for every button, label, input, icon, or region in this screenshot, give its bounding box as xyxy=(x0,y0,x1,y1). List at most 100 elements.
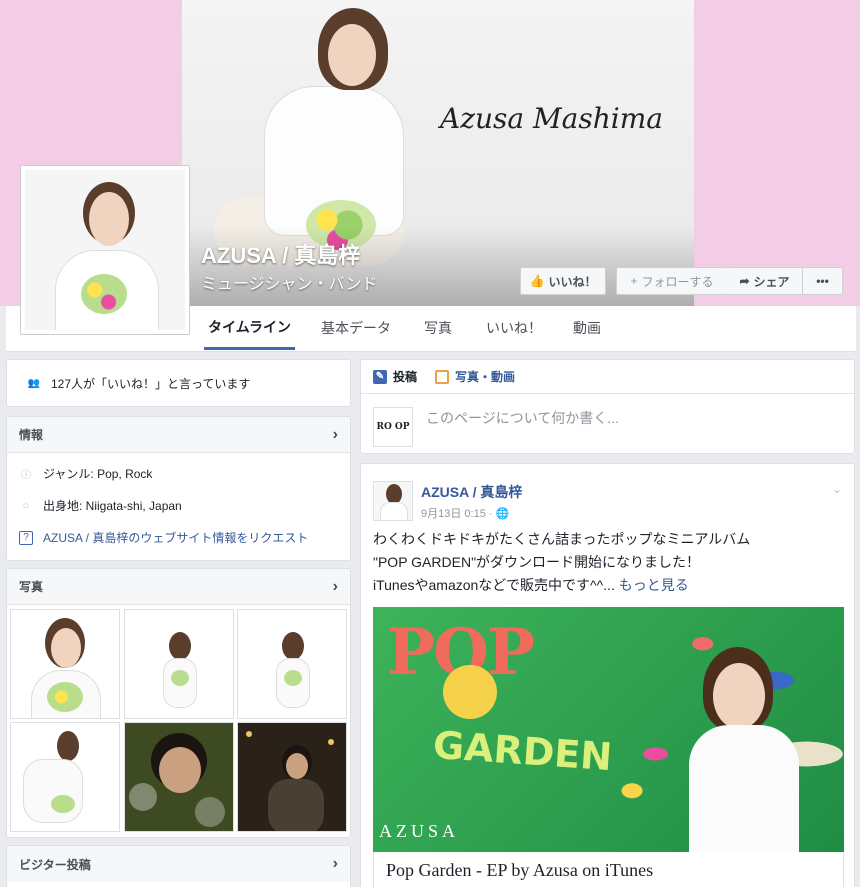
photo-icon xyxy=(435,369,450,384)
thumbs-up-icon: 👍 xyxy=(529,274,545,288)
follow-button[interactable]: + フォローする xyxy=(616,267,728,295)
thumb-face xyxy=(51,628,81,668)
profile-photo xyxy=(25,170,185,330)
tab-photos[interactable]: 写真 xyxy=(424,306,452,350)
composer-card: ✎ 投稿 写真・動画 RO OP このページについて何か書く... xyxy=(360,359,855,454)
thumb-bouquet xyxy=(284,670,302,686)
image-woman-face xyxy=(713,663,765,729)
post-line: iTunesやamazonなどで販売中です^^... もっと見る xyxy=(373,574,750,597)
more-options-icon: ••• xyxy=(816,274,829,288)
visitor-posts-header[interactable]: ビジター投稿 › xyxy=(7,846,350,882)
thumb-coat xyxy=(268,779,324,831)
post-body: わくわくドキドキがたくさん詰まったポップなミニアルバム "POP GARDEN"… xyxy=(373,528,750,597)
info-circle-icon: ⓘ xyxy=(21,470,31,481)
tab-likes[interactable]: いいね！ xyxy=(486,306,542,350)
post-avatar[interactable] xyxy=(373,481,413,521)
photos-header[interactable]: 写真 › xyxy=(7,569,350,605)
follow-button-label: フォローする xyxy=(641,274,714,289)
photo-thumbnail[interactable] xyxy=(10,609,120,719)
more-options-button[interactable]: ••• xyxy=(803,267,843,295)
thumb-hair xyxy=(57,731,79,761)
people-icon: 👥 xyxy=(27,378,41,389)
post-image[interactable]: POP GARDEN AZUSA xyxy=(373,607,844,852)
likes-card: 👥 127人が「いいね！」と言っています xyxy=(6,359,351,407)
composer-tabs: ✎ 投稿 写真・動画 xyxy=(361,360,854,394)
tab-about[interactable]: 基本データ xyxy=(321,306,391,350)
home-icon: ⌂ xyxy=(22,500,30,511)
hometown-text: 出身地: Niigata-shi, Japan xyxy=(43,499,182,513)
photo-thumbnail[interactable] xyxy=(237,722,347,832)
link-preview-title: Pop Garden - EP by Azusa on iTunes xyxy=(386,860,654,880)
request-row[interactable]: ? AZUSA / 真島梓のウェブサイト情報をリクエスト xyxy=(19,529,308,546)
thumb-face xyxy=(159,747,201,793)
post-line-text: iTunesやamazonなどで販売中です^^... xyxy=(373,577,615,593)
page-category: ミュージシャン・バンド xyxy=(201,276,378,293)
photo-thumbnail[interactable] xyxy=(124,722,234,832)
photo-thumbnail[interactable] xyxy=(237,609,347,719)
share-button-label: シェア xyxy=(753,274,790,289)
profile-bouquet xyxy=(81,274,127,314)
genre-row: ⓘ ジャンル: Pop, Rock xyxy=(19,465,152,482)
share-button[interactable]: ➦ シェア xyxy=(727,267,803,295)
photos-card: 写真 › xyxy=(6,568,351,838)
thumb-bouquet xyxy=(51,795,75,813)
share-arrow-icon: ➦ xyxy=(739,274,750,288)
cover-figure-face xyxy=(328,24,376,86)
thumb-bokeh xyxy=(129,783,157,811)
likes-row: 👥 127人が「いいね！」と言っています xyxy=(27,375,251,392)
request-website-link[interactable]: AZUSA / 真島梓のウェブサイト情報をリクエスト xyxy=(43,529,308,546)
visitor-posts-title: ビジター投稿 xyxy=(19,857,91,872)
thumb-bouquet xyxy=(171,670,189,686)
chevron-right-icon: › xyxy=(332,425,338,443)
thumb-bouquet xyxy=(47,682,83,712)
chevron-down-icon[interactable]: ⌄ xyxy=(832,482,842,496)
image-text-azusa: AZUSA xyxy=(379,821,460,841)
link-preview[interactable]: Pop Garden - EP by Azusa on iTunes xyxy=(373,852,844,887)
photos-title: 写真 xyxy=(19,580,44,594)
genre-text: ジャンル: Pop, Rock xyxy=(43,467,153,481)
thumb-light xyxy=(246,731,252,737)
photo-thumbnail[interactable] xyxy=(124,609,234,719)
pencil-icon: ✎ xyxy=(373,369,387,384)
avatar-dress xyxy=(380,502,408,520)
page-title[interactable]: AZUSA / 真島梓 xyxy=(201,238,360,270)
see-more-link[interactable]: もっと見る xyxy=(619,577,689,593)
post-author[interactable]: AZUSA / 真島梓 xyxy=(421,482,522,502)
avatar-hair xyxy=(386,484,402,504)
visitor-posts-card: ビジター投稿 › xyxy=(6,845,351,887)
hometown-row: ⌂ 出身地: Niigata-shi, Japan xyxy=(19,497,182,514)
thumb-face xyxy=(286,753,308,779)
post-card: AZUSA / 真島梓 9月13日 0:15 · 🌐 ⌄ わくわくドキドキがたく… xyxy=(360,463,855,887)
info-title: 情報 xyxy=(19,428,44,442)
image-woman-dress xyxy=(689,725,799,852)
thumb-bokeh xyxy=(195,797,225,827)
post-timestamp[interactable]: 9月13日 0:15 · xyxy=(421,505,493,521)
profile-picture[interactable] xyxy=(20,165,190,335)
like-button-label: いいね！ xyxy=(548,274,597,289)
thumb-light xyxy=(328,739,334,745)
tab-timeline[interactable]: タイムライン xyxy=(204,306,296,350)
tab-videos[interactable]: 動画 xyxy=(573,306,601,350)
thumb-hair xyxy=(282,632,304,660)
profile-face xyxy=(89,192,129,246)
composer-tab-photo[interactable]: 写真・動画 xyxy=(435,368,515,385)
info-header[interactable]: 情報 › xyxy=(7,417,350,453)
composer-tab-photo-label: 写真・動画 xyxy=(455,370,516,384)
composer-input[interactable]: このページについて何か書く... xyxy=(426,408,619,428)
post-line: わくわくドキドキがたくさん詰まったポップなミニアルバム xyxy=(373,531,751,547)
plus-icon: + xyxy=(630,274,638,288)
chevron-right-icon: › xyxy=(332,577,338,595)
cover-signature: Azusa Mashima xyxy=(440,102,663,135)
composer-tab-post-label: 投稿 xyxy=(393,370,418,384)
thumb-hair xyxy=(169,632,191,660)
chevron-right-icon: › xyxy=(332,855,338,872)
composer-tab-post[interactable]: ✎ 投稿 xyxy=(373,368,417,385)
thumb-dress xyxy=(23,759,83,823)
question-icon: ? xyxy=(19,530,33,545)
post-line: "POP GARDEN"がダウンロード開始になりました！ xyxy=(373,554,701,570)
composer-avatar: RO OP xyxy=(373,407,413,447)
photo-thumbnail[interactable] xyxy=(10,722,120,832)
likes-count-text[interactable]: 127人が「いいね！」と言っています xyxy=(51,375,250,392)
globe-icon: 🌐 xyxy=(495,507,510,520)
like-button[interactable]: 👍 いいね！ xyxy=(520,267,606,295)
